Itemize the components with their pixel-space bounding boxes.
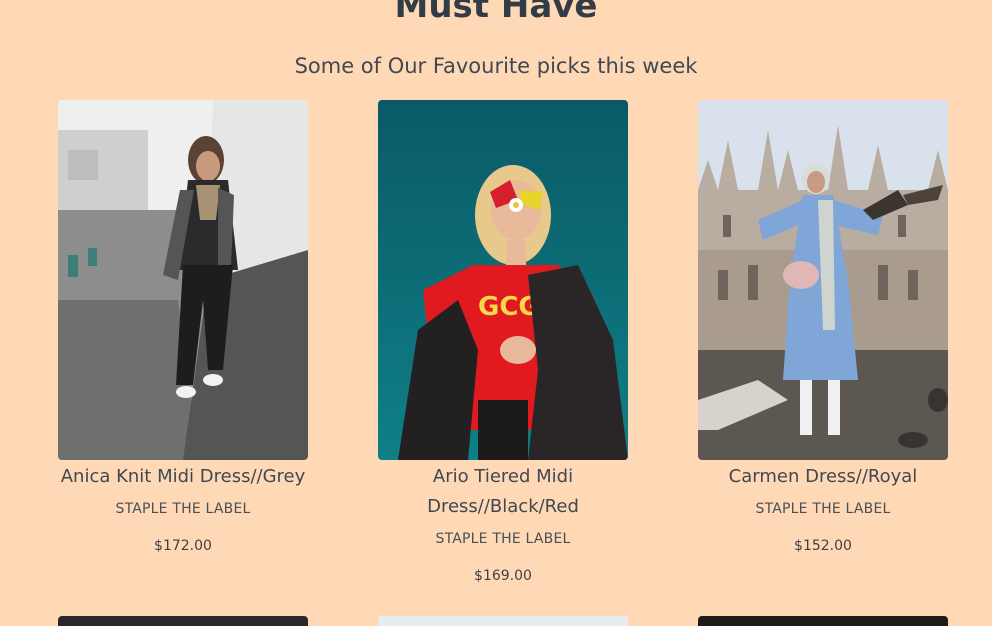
next-row-product-image[interactable] bbox=[698, 616, 948, 626]
product-name[interactable]: Ario Tiered Midi Dress//Black/Red bbox=[368, 462, 638, 522]
product-price: $172.00 bbox=[154, 538, 212, 554]
product-brand: STAPLE THE LABEL bbox=[435, 531, 571, 547]
product-name[interactable]: Anica Knit Midi Dress//Grey bbox=[48, 462, 318, 492]
product-image[interactable]: GCG bbox=[378, 100, 628, 460]
product-brand: STAPLE THE LABEL bbox=[755, 501, 891, 517]
next-row-product-image[interactable] bbox=[58, 616, 308, 626]
product-card[interactable]: Carmen Dress//Royal STAPLE THE LABEL $15… bbox=[698, 100, 948, 554]
product-name[interactable]: Carmen Dress//Royal bbox=[688, 462, 958, 492]
next-row-product-image[interactable] bbox=[378, 616, 628, 626]
product-brand: STAPLE THE LABEL bbox=[115, 501, 251, 517]
product-price: $169.00 bbox=[474, 568, 532, 584]
section-subtitle: Some of Our Favourite picks this week bbox=[294, 54, 698, 78]
product-card[interactable]: GCG Ario Tiered Midi Dress//Black/Red ST… bbox=[378, 100, 628, 584]
product-price: $152.00 bbox=[794, 538, 852, 554]
section-title: Must Have bbox=[394, 0, 598, 26]
product-image[interactable] bbox=[698, 100, 948, 460]
product-card[interactable]: Anica Knit Midi Dress//Grey STAPLE THE L… bbox=[58, 100, 308, 554]
product-image[interactable] bbox=[58, 100, 308, 460]
